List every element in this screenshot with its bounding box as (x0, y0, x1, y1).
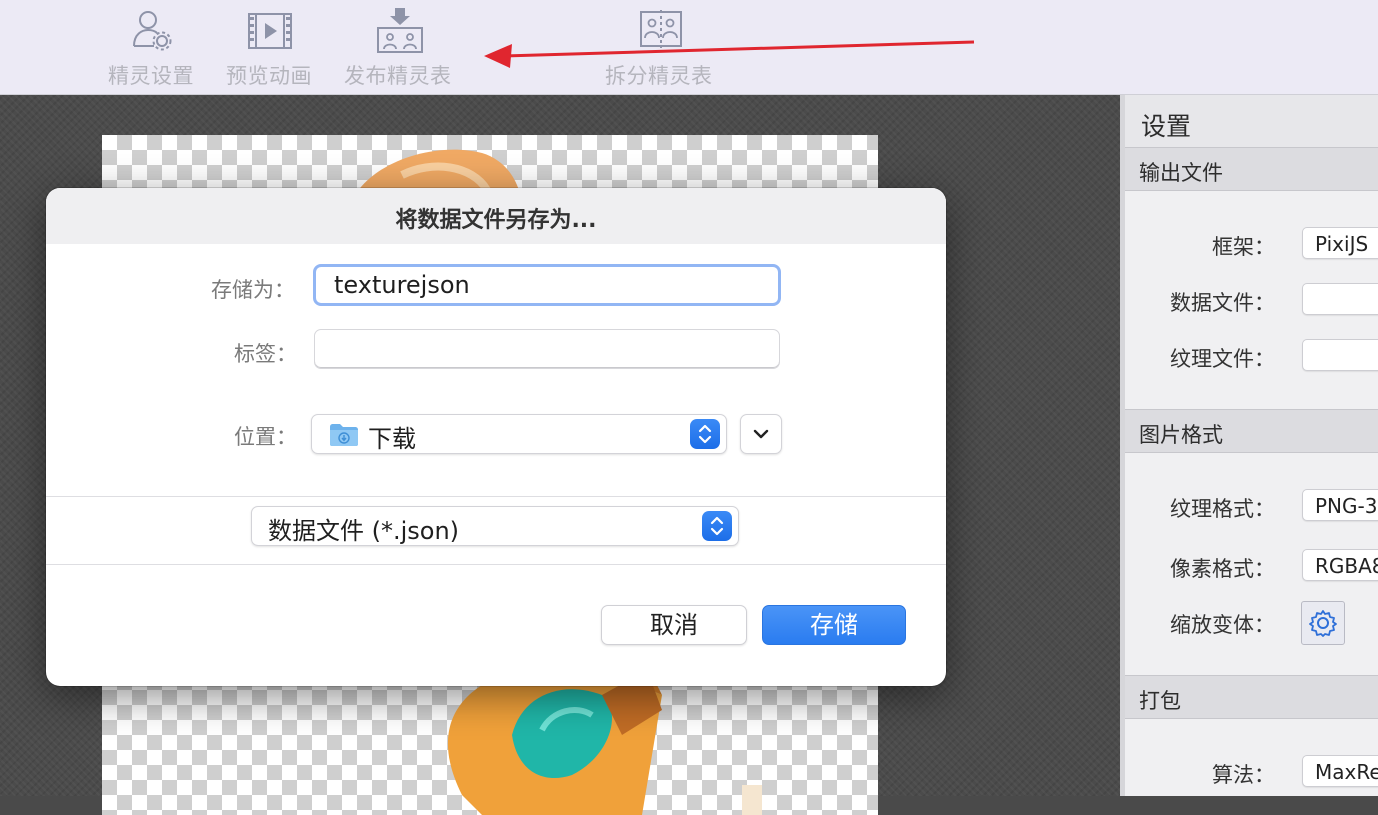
texture-format-select[interactable]: PNG-32 (1302, 489, 1378, 521)
tags-label: 标签： (234, 342, 297, 366)
dialog-titlebar: 将数据文件另存为... (46, 188, 946, 244)
annotation-arrow-icon (484, 40, 975, 68)
chevron-up-down-icon (698, 424, 712, 444)
gear-icon (1309, 610, 1337, 637)
location-stepper (690, 419, 720, 449)
framework-select[interactable]: PixiJS (1302, 227, 1378, 259)
dialog-title: 将数据文件另存为... (395, 208, 597, 233)
framework-label: 框架： (1212, 235, 1275, 259)
cancel-button[interactable]: 取消 (601, 605, 747, 645)
image-format-section-header[interactable]: 图片格式 (1125, 409, 1378, 453)
save-as-input[interactable]: texturejson (313, 264, 781, 306)
data-file-label: 数据文件： (1170, 291, 1275, 315)
packing-section-header[interactable]: 打包 (1125, 675, 1378, 719)
texture-file-input[interactable] (1302, 339, 1378, 371)
scale-variants-button[interactable] (1301, 601, 1345, 645)
file-format-stepper (702, 511, 732, 541)
output-section-header[interactable]: 输出文件 (1125, 147, 1378, 191)
location-value: 下载 (368, 425, 416, 453)
dialog-divider-bottom (46, 564, 946, 565)
save-dialog: 将数据文件另存为... 存储为： texturejson 标签： 位置： 下载 … (46, 188, 946, 686)
file-format-value: 数据文件 (*.json) (268, 517, 460, 545)
dialog-divider-top (46, 496, 946, 497)
settings-panel: 设置 输出文件 框架： PixiJS 数据文件： 纹理文件： 图片格式 纹理格式… (1120, 95, 1378, 796)
settings-title: 设置 (1141, 112, 1192, 141)
settings-panel-header: 设置 (1125, 95, 1378, 148)
main-toolbar: 精灵设置 预览动画 发布精灵表 拆分精灵表 (0, 0, 1378, 95)
texture-file-label: 纹理文件： (1170, 347, 1275, 371)
file-format-select[interactable]: 数据文件 (*.json) (251, 506, 739, 546)
output-section-label: 输出文件 (1139, 161, 1223, 185)
texture-format-label: 纹理格式： (1170, 497, 1275, 521)
location-label: 位置： (234, 425, 297, 449)
save-as-label: 存储为： (211, 278, 295, 302)
tags-input[interactable] (314, 329, 780, 369)
expand-dialog-button[interactable] (740, 414, 782, 454)
scale-variants-label: 缩放变体： (1170, 613, 1275, 637)
save-button[interactable]: 存储 (762, 605, 906, 645)
data-file-input[interactable] (1302, 283, 1378, 315)
pixel-format-select[interactable]: RGBA8888 (1302, 549, 1378, 581)
algorithm-select[interactable]: MaxRects (1302, 755, 1378, 787)
chevron-down-icon (753, 429, 769, 439)
pixel-format-label: 像素格式： (1170, 557, 1275, 581)
packing-section-label: 打包 (1139, 689, 1181, 713)
image-format-section-label: 图片格式 (1139, 423, 1223, 447)
location-select[interactable]: 下载 (311, 414, 727, 454)
chevron-up-down-icon (710, 516, 724, 536)
downloads-folder-icon (330, 424, 358, 446)
algorithm-label: 算法： (1212, 763, 1275, 787)
